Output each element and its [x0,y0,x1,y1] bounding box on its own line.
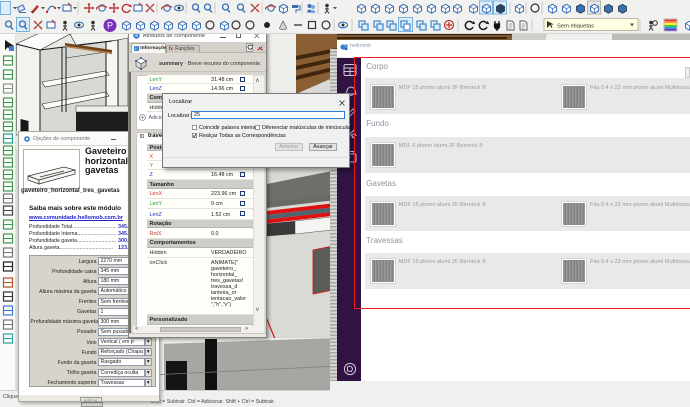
svg-text:Sem etiquetas: Sem etiquetas [557,24,594,30]
svg-text:P: P [107,21,113,31]
